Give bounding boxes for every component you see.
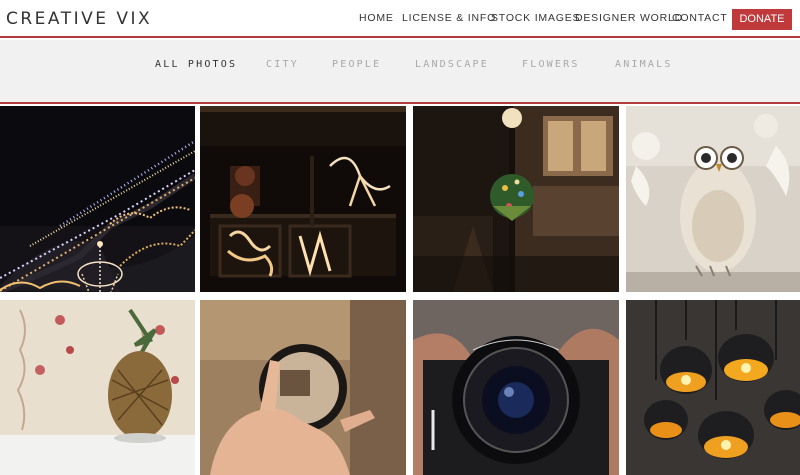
donate-button[interactable]: DONATE (732, 9, 792, 30)
filter-all-photos[interactable]: ALL PHOTOS (155, 59, 237, 70)
site-header: CREATIVE VIX HOME LICENSE & INFO STOCK I… (0, 0, 800, 38)
filter-city[interactable]: CITY (266, 59, 299, 70)
nav-designer-world[interactable]: DESIGNER WORLD (575, 12, 683, 24)
nav-stock-images[interactable]: STOCK IMAGES (491, 12, 580, 24)
photo-window-lights[interactable] (200, 106, 406, 292)
photo-hanging-lamps[interactable] (626, 300, 800, 475)
nav-home[interactable]: HOME (359, 12, 394, 24)
filter-people[interactable]: PEOPLE (332, 59, 381, 70)
photo-lamp-post[interactable] (413, 106, 619, 292)
photo-hand-lens[interactable] (200, 300, 406, 475)
filter-animals[interactable]: ANIMALS (615, 59, 673, 70)
nav-license-info[interactable]: LICENSE & INFO (402, 12, 496, 24)
site-logo[interactable]: CREATIVE VIX (6, 9, 152, 29)
photo-canon-lens[interactable] (413, 300, 619, 475)
filter-bar: ALL PHOTOS CITY PEOPLE LANDSCAPE FLOWERS… (0, 40, 800, 104)
photo-pineapple[interactable] (0, 300, 195, 475)
filter-landscape[interactable]: LANDSCAPE (415, 59, 489, 70)
photo-owl-figurine[interactable] (626, 106, 800, 292)
nav-contact[interactable]: CONTACT (672, 12, 728, 24)
photo-christmas-lights[interactable] (0, 106, 195, 292)
filter-flowers[interactable]: FLOWERS (522, 59, 580, 70)
